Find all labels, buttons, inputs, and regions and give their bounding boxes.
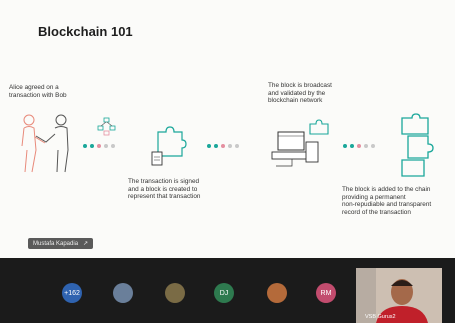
participant-initials: DJ <box>219 289 229 297</box>
progress-dot <box>343 144 347 148</box>
network-icon <box>97 117 116 136</box>
caption-line: The block is broadcast <box>268 82 332 89</box>
participant-initials: RM <box>320 289 332 297</box>
progress-dot <box>350 144 354 148</box>
progress-dot <box>357 144 361 148</box>
video-tile[interactable]: VSB Gurus2 <box>356 268 442 323</box>
caption-line: The transaction is signed <box>128 178 200 185</box>
progress-dots-2 <box>207 144 239 148</box>
progress-dot <box>90 144 94 148</box>
slide-title: Blockchain 101 <box>38 24 133 39</box>
caption-line: transaction with Bob <box>9 91 67 99</box>
progress-dot <box>214 144 218 148</box>
progress-dot <box>104 144 108 148</box>
caption-alice: Alice agreed on a transaction with Bob <box>9 84 67 99</box>
caption-line: non-repudiable and transparent <box>342 201 432 209</box>
progress-dot <box>371 144 375 148</box>
caption-added: The block is added to the chain providin… <box>342 186 431 216</box>
caption-line: providing a permanent <box>342 193 406 201</box>
progress-dot <box>235 144 239 148</box>
caption-line: and a block is created to <box>128 185 198 193</box>
caption-line: and validated by the <box>268 89 326 97</box>
participant-avatar[interactable] <box>165 283 185 303</box>
progress-dot <box>221 144 225 148</box>
progress-dots-3 <box>343 144 375 148</box>
participant-count: +162 <box>64 289 80 297</box>
caption-line: The block is added to the chain <box>342 186 431 193</box>
puzzle-chain-icon <box>401 113 434 177</box>
participant-avatar[interactable]: RM <box>316 283 336 303</box>
participant-avatar[interactable]: DJ <box>214 283 234 303</box>
presentation-slide: Blockchain 101 Alice agreed on a transac… <box>0 0 455 258</box>
progress-dot <box>97 144 101 148</box>
caption-line: Alice agreed on a <box>9 84 59 91</box>
participant-count-badge[interactable]: +162 <box>62 283 82 303</box>
caption-line: blockchain network <box>268 97 323 105</box>
speaker-name-tag: Mustafa Kapadia ↗ <box>28 238 94 249</box>
pin-icon: ↗ <box>83 241 89 247</box>
participant-avatar[interactable] <box>113 283 133 303</box>
caption-broadcast: The block is broadcast and validated by … <box>268 82 332 105</box>
progress-dot <box>228 144 232 148</box>
video-tile-name: VSB Gurus2 <box>365 314 396 320</box>
speaker-name: Mustafa Kapadia <box>33 240 79 247</box>
progress-dot <box>111 144 115 148</box>
progress-dots-1 <box>83 144 115 148</box>
puzzle-piece-icon <box>151 126 187 166</box>
computer-network-illustration <box>271 119 329 167</box>
caption-line: record of the transaction <box>342 208 411 216</box>
progress-dot <box>83 144 87 148</box>
progress-dot <box>207 144 211 148</box>
progress-dot <box>364 144 368 148</box>
handshake-illustration <box>21 114 69 173</box>
participant-avatar[interactable] <box>267 283 287 303</box>
caption-signed: The transaction is signed and a block is… <box>128 178 200 201</box>
caption-line: represent that transaction <box>128 193 201 201</box>
